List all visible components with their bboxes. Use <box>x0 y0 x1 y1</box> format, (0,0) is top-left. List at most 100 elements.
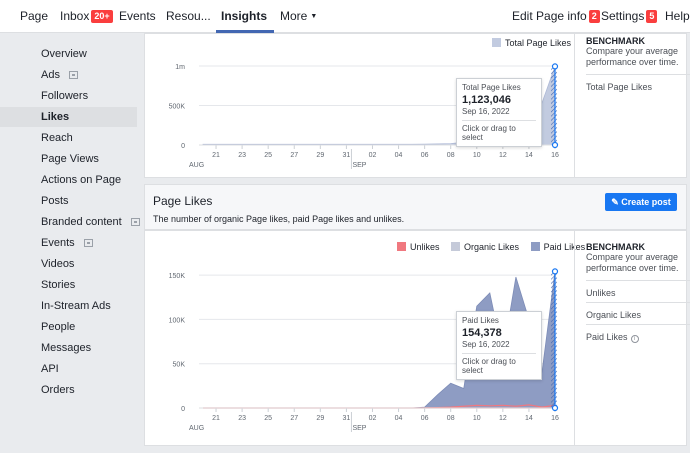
sidebar-item-label: Events <box>41 237 75 249</box>
sidebar-item-label: Likes <box>41 111 70 123</box>
tooltip-value: 1,123,046 <box>462 94 511 106</box>
total-page-likes-panel: Total Page Likes 0 500K 1m 21 23 25 27 29 31 02 04… <box>144 33 690 178</box>
sidebar-item-overview[interactable]: Overview <box>0 44 137 64</box>
sidebar-item-in-stream-ads[interactable]: In-Stream Ads <box>0 296 137 316</box>
sidebar-item-label: API <box>41 363 59 375</box>
sidebar-item-label: Orders <box>41 384 75 396</box>
sidebar-item-people[interactable]: People <box>0 317 137 337</box>
nav-help[interactable]: Help <box>665 9 690 23</box>
info-icon[interactable]: i <box>630 335 639 343</box>
sidebar-item-label: Branded content <box>41 216 122 228</box>
x-tick-label: 06 <box>421 152 429 159</box>
nav-settings[interactable]: Settings 5 <box>601 9 658 23</box>
sidebar-item-label: Overview <box>41 48 87 60</box>
y-tick-label: 1m <box>175 64 185 71</box>
nav-edit-page-info[interactable]: Edit Page info 2 <box>512 9 600 23</box>
nav-edit-page-info-label: Edit Page info <box>512 9 587 23</box>
sidebar-item-api[interactable]: API <box>0 359 137 379</box>
sidebar-item-ads[interactable]: Ads <box>0 65 137 85</box>
x-month-label: SEP <box>352 425 366 432</box>
nav-events[interactable]: Events <box>119 9 156 23</box>
sidebar-item-videos[interactable]: Videos <box>0 254 137 274</box>
nav-more-label: More <box>280 9 308 23</box>
nav-inbox[interactable]: Inbox 20+ <box>60 9 113 23</box>
x-tick-label: 23 <box>238 152 246 159</box>
x-tick-label: 10 <box>473 415 481 422</box>
sidebar-item-actions-on-page[interactable]: Actions on Page <box>0 170 137 190</box>
nav-settings-label: Settings <box>601 9 645 23</box>
x-tick-label: 12 <box>499 152 507 159</box>
x-tick-label: 25 <box>264 152 272 159</box>
x-tick-label: 14 <box>525 152 533 159</box>
benchmark-item-organic-likes[interactable]: Organic Likes <box>586 302 690 324</box>
nav-more[interactable]: More ▼ <box>280 9 317 23</box>
benchmark-item-unlikes[interactable]: Unlikes <box>586 280 690 302</box>
x-tick-label: 08 <box>447 152 455 159</box>
sidebar-item-label: Posts <box>41 195 69 207</box>
page-likes-panel: Unlikes Organic Likes Paid Likes 0 50K 100… <box>144 230 690 446</box>
x-tick-label: 21 <box>212 415 220 422</box>
sidebar-item-posts[interactable]: Posts <box>0 191 137 211</box>
nav-insights[interactable]: Insights <box>221 9 267 23</box>
x-tick-label: 25 <box>264 415 272 422</box>
x-tick-label: 29 <box>316 152 324 159</box>
tooltip-title: Total Page Likes <box>462 83 521 92</box>
nav-insights-label: Insights <box>221 9 268 23</box>
sidebar-item-reach[interactable]: Reach <box>0 128 137 148</box>
selection-handle-top <box>551 268 559 275</box>
x-month-label: AUG <box>189 162 204 169</box>
y-tick-label: 50K <box>173 362 186 369</box>
x-tick-label: 21 <box>212 152 220 159</box>
section-title: Page Likes <box>153 194 213 208</box>
benchmark-item-total-likes[interactable]: Total Page Likes <box>586 74 690 96</box>
external-link-icon <box>130 218 140 226</box>
benchmark-desc: Compare your average performance over ti… <box>586 252 679 273</box>
x-tick-label: 04 <box>395 152 403 159</box>
nav-page[interactable]: Page <box>20 9 48 23</box>
x-tick-label: 27 <box>290 152 298 159</box>
tooltip-title: Paid Likes <box>462 316 499 325</box>
x-tick-label: 14 <box>525 415 533 422</box>
x-tick-label: 12 <box>499 415 507 422</box>
sidebar-item-branded-content[interactable]: Branded content <box>0 212 140 232</box>
x-tick-label: 29 <box>316 415 324 422</box>
sidebar-item-events[interactable]: Events <box>0 233 137 253</box>
nav-inbox-label: Inbox <box>60 9 90 23</box>
x-tick-label: 10 <box>473 152 481 159</box>
y-tick-label: 500K <box>169 104 186 111</box>
page-likes-tooltip: Paid Likes 154,378 Sep 16, 2022 Click or… <box>456 311 542 380</box>
x-tick-label: 16 <box>551 152 559 159</box>
sidebar-item-label: People <box>41 321 76 333</box>
sidebar-item-messages[interactable]: Messages <box>0 338 137 358</box>
benchmark-item-label: Paid Likes <box>586 332 628 342</box>
sidebar-item-label: Stories <box>41 279 76 291</box>
tooltip-date: Sep 16, 2022 <box>462 340 510 349</box>
pencil-icon: ✎ <box>611 197 622 207</box>
benchmark-panel-total: BENCHMARK Compare your average performan… <box>574 34 690 177</box>
nav-resources[interactable]: Resou... <box>166 9 211 23</box>
tooltip-date: Sep 16, 2022 <box>462 107 510 116</box>
create-post-button[interactable]: ✎ Create post <box>605 193 677 211</box>
sidebar-item-followers[interactable]: Followers <box>0 86 137 106</box>
y-tick-label: 150K <box>169 273 186 280</box>
sidebar-item-label: Page Views <box>41 153 99 165</box>
y-tick-label: 100K <box>169 317 186 324</box>
sidebar-item-likes[interactable]: Likes <box>0 107 137 127</box>
sidebar-item-stories[interactable]: Stories <box>0 275 137 295</box>
sidebar-item-label: Messages <box>41 342 92 354</box>
selection-handle-top <box>551 63 559 70</box>
sidebar-item-orders[interactable]: Orders <box>0 380 137 400</box>
sidebar-item-label: In-Stream Ads <box>41 300 111 312</box>
x-tick-label: 08 <box>447 415 455 422</box>
sidebar: Overview Ads Followers Likes Reach Page … <box>0 34 140 453</box>
x-month-label: SEP <box>352 162 366 169</box>
selection-hatch <box>551 66 557 145</box>
top-nav: Page Inbox 20+ Events Resou... Insights M… <box>0 0 690 33</box>
sidebar-item-page-views[interactable]: Page Views <box>0 149 137 169</box>
create-post-label: Create post <box>621 197 671 207</box>
sidebar-item-label: Reach <box>41 132 73 144</box>
benchmark-item-paid-likes[interactable]: Paid Likes i <box>586 324 690 347</box>
nav-help-label: Help <box>665 9 690 23</box>
benchmark-title: BENCHMARK <box>586 242 645 252</box>
sidebar-item-label: Ads <box>41 69 60 81</box>
